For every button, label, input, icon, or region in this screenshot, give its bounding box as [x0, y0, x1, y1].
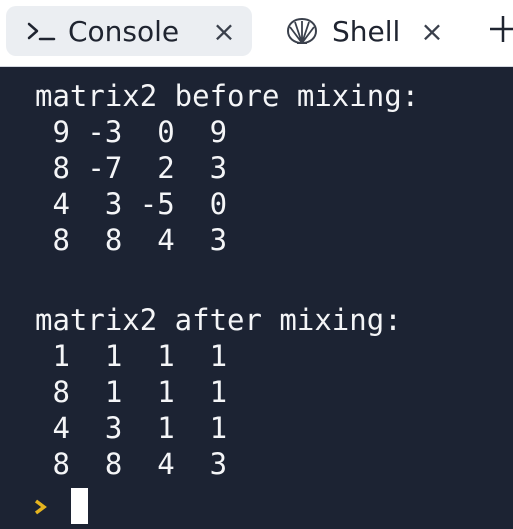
close-tab-shell-button[interactable]: ×	[418, 14, 446, 48]
tab-label-console: Console	[68, 14, 180, 48]
close-icon: ×	[212, 14, 236, 48]
console-line: 1 1 1 1	[35, 339, 228, 373]
console-line: 4 3 -5 0	[35, 187, 228, 221]
console-line: matrix2 before mixing:	[35, 79, 420, 113]
console-line: 8 8 4 3	[35, 447, 228, 481]
console-line: 8 1 1 1	[35, 375, 228, 409]
prompt-chevron-icon	[34, 499, 47, 515]
plus-icon	[490, 16, 513, 42]
console-line: 8 -7 2 3	[35, 151, 228, 185]
console-line: 9 -3 0 9	[35, 115, 228, 149]
close-tab-console-button[interactable]: ×	[210, 14, 238, 48]
tab-label-shell: Shell	[332, 14, 401, 48]
close-icon: ×	[420, 14, 444, 48]
text-cursor	[71, 488, 88, 524]
console-line: 4 3 1 1	[35, 411, 228, 445]
new-tab-button[interactable]	[490, 12, 513, 46]
console-line: matrix2 after mixing:	[35, 303, 402, 337]
tab-shell[interactable]: Shell ×	[272, 6, 464, 56]
console-prompt-icon	[24, 20, 58, 42]
tab-bar: Console × Shell ×	[0, 0, 513, 67]
console-line: 8 8 4 3	[35, 223, 228, 257]
shell-icon	[282, 16, 322, 46]
console-output[interactable]: matrix2 before mixing: 9 -3 0 9 8 -7 2 3…	[0, 67, 513, 529]
tab-console[interactable]: Console ×	[6, 6, 252, 56]
